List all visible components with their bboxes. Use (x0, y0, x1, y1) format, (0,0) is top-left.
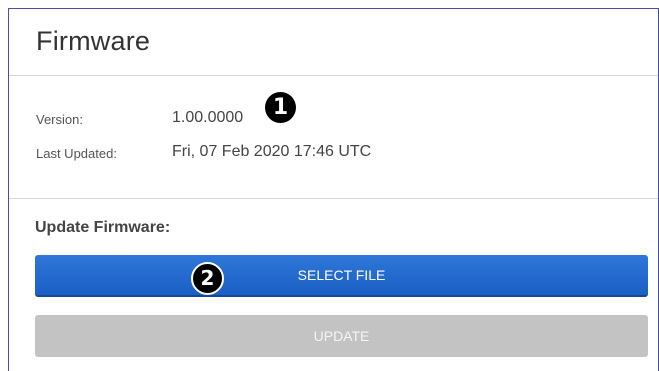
version-value: 1.00.0000 (172, 109, 244, 126)
callout-number-2: 2 (191, 262, 224, 295)
callout-number-1: 1 (265, 92, 296, 123)
page-title: Firmware (36, 26, 151, 56)
version-label: Version: (36, 112, 83, 127)
update-firmware-heading: Update Firmware: (35, 219, 171, 236)
last-updated-value: Fri, 07 Feb 2020 17:46 UTC (172, 143, 372, 160)
update-button: UPDATE (35, 315, 648, 357)
last-updated-label: Last Updated: (36, 146, 117, 161)
firmware-panel: Firmware Version: 1.00.0000 Last Updated… (8, 8, 659, 371)
title-divider (9, 75, 658, 76)
select-file-button[interactable]: SELECT FILE (35, 255, 648, 297)
section-divider (9, 198, 658, 199)
